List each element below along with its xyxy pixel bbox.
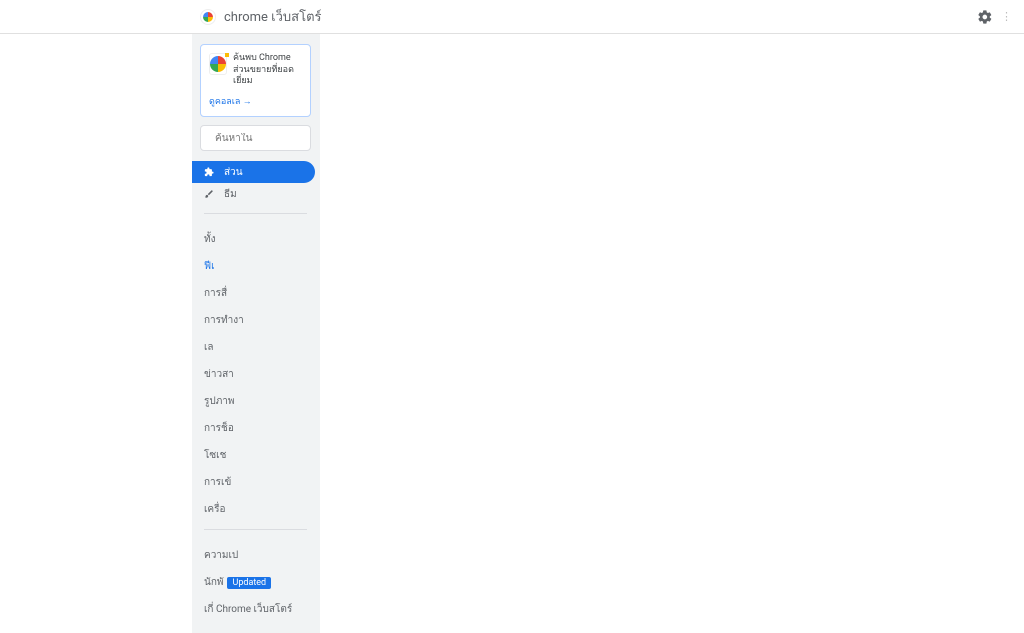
category-item[interactable]: โซเช bbox=[204, 442, 307, 469]
sidebar-footer: ความเป นักพั Updated เกี่ Chrome เว็บสโต… bbox=[196, 536, 315, 623]
developer-label: นักพั bbox=[204, 575, 223, 590]
category-item[interactable]: ข่าวสา bbox=[204, 361, 307, 388]
category-item[interactable]: การช็อ bbox=[204, 415, 307, 442]
divider bbox=[204, 529, 307, 530]
category-item[interactable]: การเข้ bbox=[204, 469, 307, 496]
header-left: chrome เว็บสโตร์ bbox=[200, 6, 322, 27]
promo-link-label: ดูคอลเล bbox=[209, 97, 240, 107]
about-link[interactable]: เกี่ Chrome เว็บสโตร์ bbox=[204, 596, 307, 623]
updated-badge: Updated bbox=[227, 577, 271, 589]
promo-chrome-icon bbox=[209, 53, 227, 75]
sidebar: ค้นพบ Chrome ส่วนขยายที่ยอดเยี่ยม ดูคอลเ… bbox=[192, 34, 320, 633]
nav-ext-label: ส่วน bbox=[224, 165, 243, 180]
header-bar: chrome เว็บสโตร์ ⋮ bbox=[0, 0, 1024, 34]
nav-extensions[interactable]: ส่วน bbox=[192, 161, 315, 183]
chrome-logo-icon bbox=[200, 9, 216, 25]
arrow-right-icon: → bbox=[243, 97, 252, 107]
category-item[interactable]: การสื่ bbox=[204, 280, 307, 307]
page-title: chrome เว็บสโตร์ bbox=[224, 6, 322, 27]
brush-icon bbox=[204, 189, 214, 199]
category-item[interactable]: เล bbox=[204, 334, 307, 361]
category-list: ทั้ง ฟีเ การสื่ การทำงา เล ข่าวสา รูปภาพ… bbox=[196, 220, 315, 523]
header-sign-in[interactable]: ⋮ bbox=[1001, 10, 1012, 23]
developer-link[interactable]: นักพั Updated bbox=[204, 569, 307, 596]
nav-theme-label: ธีม bbox=[224, 187, 237, 202]
promo-text: ค้นพบ Chrome ส่วนขยายที่ยอดเยี่ยม bbox=[233, 53, 302, 88]
privacy-link[interactable]: ความเป bbox=[204, 542, 307, 569]
privacy-label: ความเป bbox=[204, 548, 238, 563]
category-item[interactable]: ทั้ง bbox=[204, 226, 307, 253]
content-container: ค้นพบ Chrome ส่วนขยายที่ยอดเยี่ยม ดูคอลเ… bbox=[192, 34, 832, 633]
promo-card[interactable]: ค้นพบ Chrome ส่วนขยายที่ยอดเยี่ยม ดูคอลเ… bbox=[200, 44, 311, 117]
nav-themes[interactable]: ธีม bbox=[192, 183, 319, 205]
category-item[interactable]: การทำงา bbox=[204, 307, 307, 334]
header-right: ⋮ bbox=[977, 9, 1012, 25]
main-content bbox=[320, 34, 832, 633]
category-item[interactable]: รูปภาพ bbox=[204, 388, 307, 415]
gear-icon[interactable] bbox=[977, 9, 993, 25]
nav-section: ส่วน ธีม bbox=[192, 161, 319, 205]
search-box[interactable] bbox=[200, 125, 311, 151]
category-item[interactable]: ฟีเ bbox=[204, 253, 307, 280]
about-label: เกี่ Chrome เว็บสโตร์ bbox=[204, 602, 292, 617]
puzzle-icon bbox=[204, 167, 214, 177]
promo-link[interactable]: ดูคอลเล → bbox=[209, 94, 302, 108]
category-item[interactable]: เครื่อ bbox=[204, 496, 307, 523]
page-body: ค้นพบ Chrome ส่วนขยายที่ยอดเยี่ยม ดูคอลเ… bbox=[0, 34, 1024, 633]
divider bbox=[204, 213, 307, 214]
